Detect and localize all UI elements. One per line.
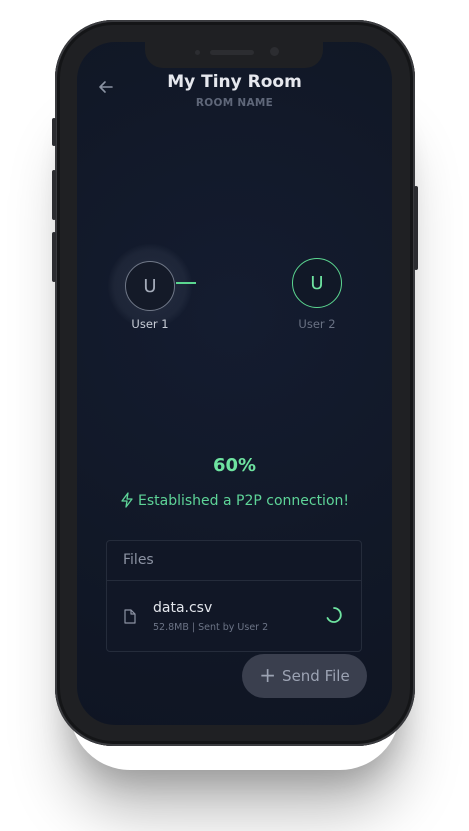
file-icon [124, 609, 136, 624]
file-list-item[interactable]: data.csv 52.8MB | Sent by User 2 [107, 581, 361, 651]
loading-spinner-icon [325, 606, 343, 624]
phone-notch [145, 42, 323, 68]
user-1-avatar[interactable]: U [125, 261, 175, 311]
volume-down-button [52, 232, 56, 282]
user-2-label: User 2 [298, 317, 336, 331]
file-meta: 52.8MB | Sent by User 2 [153, 622, 269, 633]
files-panel: Files data.csv 52.8MB | Sent by User 2 [106, 540, 362, 652]
connection-status-text: Established a P2P connection! [137, 493, 349, 509]
sensor-dot [195, 50, 200, 55]
files-header: Files [107, 541, 361, 581]
file-name: data.csv [153, 600, 213, 616]
progress-percent: 60% [212, 455, 257, 476]
connection-status: Established a P2P connection! [77, 492, 392, 509]
send-file-button[interactable]: + Send File [242, 654, 367, 698]
room-title: My Tiny Room [167, 72, 302, 92]
plus-icon: + [259, 663, 277, 687]
device-mockup: My Tiny Room ROOM NAME U U User 1 User 2… [0, 0, 469, 831]
user-2-avatar[interactable]: U [292, 258, 342, 308]
connection-line [176, 282, 196, 284]
earpiece-speaker [210, 50, 254, 55]
front-camera [270, 47, 279, 56]
lightning-icon [120, 492, 134, 508]
power-button [414, 186, 418, 270]
volume-up-button [52, 170, 56, 220]
room-subtitle: ROOM NAME [195, 97, 274, 109]
send-file-label: Send File [282, 667, 350, 685]
mute-switch [52, 118, 56, 146]
app-screen: My Tiny Room ROOM NAME U U User 1 User 2… [77, 42, 392, 725]
user-1-label: User 1 [131, 317, 169, 331]
